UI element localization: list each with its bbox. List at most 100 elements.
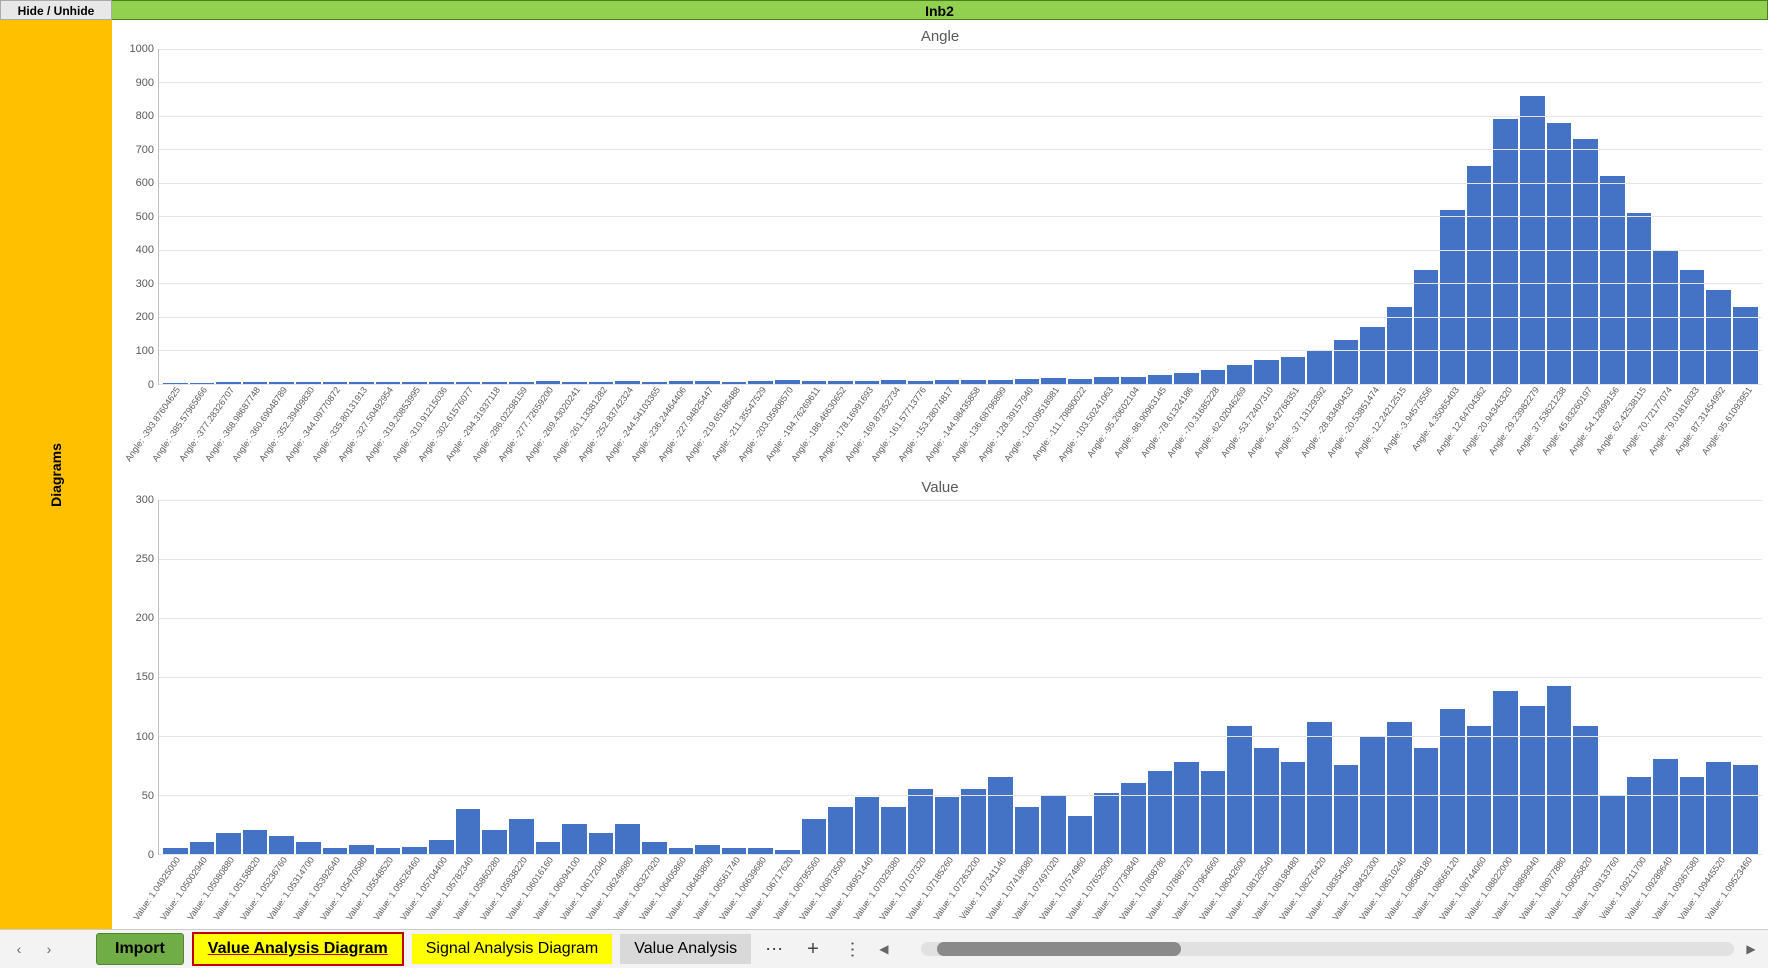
bar bbox=[1174, 762, 1199, 854]
bar bbox=[1680, 777, 1705, 854]
bar bbox=[1281, 357, 1306, 384]
hscroll-thumb[interactable] bbox=[937, 942, 1181, 956]
bar bbox=[642, 842, 667, 854]
bar bbox=[1680, 270, 1705, 384]
bar bbox=[216, 833, 241, 854]
bar bbox=[1227, 726, 1252, 854]
bar bbox=[1733, 765, 1758, 854]
bar bbox=[296, 842, 321, 854]
bar bbox=[456, 809, 481, 854]
y-tick: 800 bbox=[136, 110, 154, 122]
bar bbox=[1627, 777, 1652, 854]
bar bbox=[1015, 807, 1040, 854]
bar bbox=[1414, 748, 1439, 854]
bar bbox=[1041, 795, 1066, 854]
page-title: Inb2 bbox=[112, 0, 1768, 20]
bar bbox=[1201, 771, 1226, 854]
value-y-axis: 050100150200250300 bbox=[118, 500, 158, 856]
bar bbox=[1307, 722, 1332, 854]
bar bbox=[615, 824, 640, 854]
y-tick: 100 bbox=[136, 731, 154, 743]
y-tick: 300 bbox=[136, 278, 154, 290]
value-plot-area bbox=[158, 500, 1762, 856]
y-tick: 0 bbox=[148, 379, 154, 391]
sidebar-label: Diagrams bbox=[48, 443, 64, 507]
y-tick: 300 bbox=[136, 494, 154, 506]
bar bbox=[1148, 375, 1173, 383]
tab-signal-analysis-diagram[interactable]: Signal Analysis Diagram bbox=[412, 934, 613, 964]
bar bbox=[935, 797, 960, 854]
hscroll-left[interactable]: ◀ bbox=[875, 942, 893, 956]
angle-chart-title: Angle bbox=[118, 24, 1762, 49]
bar bbox=[349, 845, 374, 854]
bar bbox=[1121, 377, 1146, 384]
bar bbox=[429, 840, 454, 854]
bar bbox=[1307, 350, 1332, 383]
bar bbox=[190, 842, 215, 854]
bar bbox=[1121, 783, 1146, 854]
y-tick: 50 bbox=[142, 790, 154, 802]
x-tick: Value: 1.04925000 bbox=[131, 855, 182, 922]
y-tick: 250 bbox=[136, 553, 154, 565]
import-button[interactable]: Import bbox=[96, 933, 184, 965]
bar bbox=[1387, 722, 1412, 854]
bar bbox=[402, 847, 427, 854]
y-tick: 1000 bbox=[130, 43, 154, 55]
value-chart: Value 050100150200250300 Value: 1.049250… bbox=[118, 475, 1762, 926]
sidebar-diagrams: Diagrams bbox=[0, 20, 112, 929]
bar bbox=[1148, 771, 1173, 854]
y-tick: 400 bbox=[136, 244, 154, 256]
bar bbox=[695, 845, 720, 854]
tabs-overflow-button[interactable]: ⋯ bbox=[759, 939, 789, 960]
angle-x-axis: Angle: -393.87604625Angle: -385.57965666… bbox=[158, 385, 1762, 475]
angle-y-axis: 01002003004005006007008009001000 bbox=[118, 49, 158, 385]
bar bbox=[1573, 726, 1598, 854]
bar bbox=[828, 807, 853, 854]
bar bbox=[269, 836, 294, 854]
bar bbox=[1174, 373, 1199, 383]
bar bbox=[1493, 691, 1518, 854]
bar bbox=[1254, 360, 1279, 383]
more-menu-button[interactable]: ⋯ bbox=[841, 934, 862, 964]
bar bbox=[1547, 686, 1572, 854]
bar bbox=[1281, 762, 1306, 854]
bar bbox=[536, 842, 561, 854]
bar bbox=[1094, 793, 1119, 854]
y-tick: 100 bbox=[136, 345, 154, 357]
bar bbox=[988, 777, 1013, 854]
bottom-bar: ‹ › Import Value Analysis Diagram Signal… bbox=[0, 929, 1768, 968]
bar bbox=[589, 833, 614, 854]
bar bbox=[1493, 119, 1518, 383]
bar bbox=[243, 830, 268, 854]
y-tick: 900 bbox=[136, 77, 154, 89]
bar bbox=[1600, 795, 1625, 854]
bar bbox=[1360, 327, 1385, 384]
bar bbox=[1627, 213, 1652, 384]
bar bbox=[562, 824, 587, 854]
y-tick: 0 bbox=[148, 849, 154, 861]
bar bbox=[1414, 270, 1439, 384]
y-tick: 200 bbox=[136, 311, 154, 323]
bar bbox=[1440, 210, 1465, 384]
bar bbox=[802, 819, 827, 854]
bar bbox=[1733, 307, 1758, 384]
nav-prev-button[interactable]: ‹ bbox=[8, 938, 30, 960]
nav-next-button[interactable]: › bbox=[38, 938, 60, 960]
angle-chart: Angle 01002003004005006007008009001000 A… bbox=[118, 24, 1762, 475]
bar bbox=[881, 807, 906, 854]
tab-value-analysis-overflow[interactable]: Value Analysis bbox=[620, 934, 751, 964]
bar bbox=[855, 797, 880, 854]
bar bbox=[1547, 123, 1572, 384]
y-tick: 500 bbox=[136, 211, 154, 223]
tab-value-analysis-diagram[interactable]: Value Analysis Diagram bbox=[192, 932, 404, 966]
add-tab-button[interactable]: + bbox=[797, 938, 829, 961]
value-x-axis: Value: 1.04925000Value: 1.05002940Value:… bbox=[158, 855, 1762, 925]
hscroll-right[interactable]: ▶ bbox=[1742, 942, 1760, 956]
hide-unhide-button[interactable]: Hide / Unhide bbox=[0, 0, 112, 20]
bar bbox=[1068, 816, 1093, 854]
bar bbox=[961, 789, 986, 854]
bar bbox=[1706, 762, 1731, 854]
bar bbox=[509, 819, 534, 854]
bar bbox=[908, 789, 933, 854]
hscroll-track[interactable] bbox=[921, 942, 1734, 956]
